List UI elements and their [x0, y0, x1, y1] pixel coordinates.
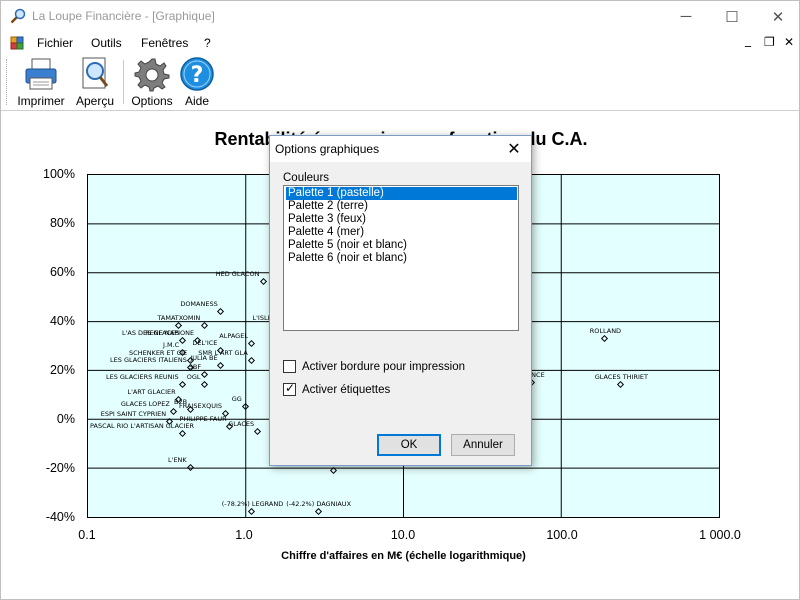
mdi-restore-button[interactable]: ❐: [764, 35, 775, 49]
document-window-icon[interactable]: [10, 36, 24, 50]
toolbar-grip[interactable]: [6, 59, 9, 105]
data-point-label: DOMANESS: [180, 299, 218, 308]
y-tick-label: -40%: [45, 510, 75, 524]
x-tick-label: 10.0: [390, 528, 416, 542]
data-point-label: DEL'ICE: [192, 338, 218, 347]
options-label: Options: [131, 94, 173, 108]
options-button[interactable]: Options: [129, 56, 175, 108]
print-preview-icon: [82, 57, 109, 89]
colors-label: Couleurs: [283, 172, 330, 184]
labels-checkbox[interactable]: ✓: [283, 381, 296, 396]
close-button[interactable]: ✕: [755, 1, 799, 32]
menu-outils[interactable]: Outils: [91, 36, 122, 50]
menu-bar: Fichier Outils Fenêtres ? _ ❐ ✕: [1, 32, 799, 54]
data-point-label: (-42.2%) DAGNIAUX: [286, 500, 352, 509]
gear-icon: [134, 58, 170, 92]
y-tick-label: 20%: [49, 363, 75, 377]
x-axis-label: Chiffre d'affaires en M€ (échelle logari…: [281, 550, 526, 562]
y-tick-label: -20%: [45, 461, 75, 475]
labels-option-row[interactable]: ✓ Activer étiquettes: [283, 381, 391, 396]
minimize-button[interactable]: ─: [663, 1, 709, 32]
palette-option[interactable]: Palette 6 (noir et blanc): [286, 252, 517, 265]
title-bar[interactable]: La Loupe Financière - [Graphique] ─ ☐ ✕: [1, 1, 799, 32]
data-point-label: FRAISEXQUIS: [179, 402, 222, 411]
data-point-label: (-78.2%) LEGRAND: [221, 500, 284, 509]
print-label: Imprimer: [17, 94, 65, 108]
magnifier-icon: [10, 8, 26, 24]
x-tick-label: 1 000.0: [699, 528, 741, 542]
preview-button[interactable]: Aperçu: [72, 56, 118, 108]
data-point-label: OGL: [186, 373, 201, 382]
print-button[interactable]: Imprimer: [13, 56, 69, 108]
data-point-label: GG: [231, 395, 242, 404]
palette-option[interactable]: Palette 4 (mer): [286, 226, 517, 239]
palette-option[interactable]: Palette 2 (terre): [286, 200, 517, 213]
data-point-label: HED GLACON: [215, 270, 260, 279]
dialog-title: Options graphiques: [275, 142, 380, 156]
palette-option[interactable]: Palette 1 (pastelle): [286, 187, 517, 200]
border-checkbox-label: Activer bordure pour impression: [302, 360, 465, 373]
x-tick-label: 1.0: [235, 528, 253, 542]
data-point-label: GLACES LOPEZ: [120, 399, 170, 408]
y-tick-label: 40%: [49, 314, 75, 328]
svg-text:?: ?: [191, 63, 204, 88]
y-tick-label: 60%: [49, 265, 75, 279]
cancel-button[interactable]: Annuler: [451, 434, 515, 456]
dialog-title-bar[interactable]: Options graphiques ✕: [270, 136, 531, 162]
data-point-label: RENE NAPIONE: [145, 329, 195, 338]
y-tick-label: 0%: [56, 412, 75, 426]
data-point-label: ALPAGEL: [219, 331, 248, 340]
mdi-close-button[interactable]: ✕: [784, 35, 794, 49]
x-tick-label: 100.0: [546, 528, 578, 542]
mdi-minimize-button[interactable]: _: [745, 33, 751, 47]
data-point-label: JULIA BE: [190, 353, 218, 362]
border-checkbox[interactable]: [283, 360, 296, 373]
printer-icon: [25, 58, 57, 90]
toolbar-separator: [123, 60, 124, 104]
data-point-label: PASCAL RIO L'ARTISAN GLACIER: [90, 421, 194, 430]
ok-button[interactable]: OK: [377, 434, 441, 456]
data-point-label: ROLLAND: [589, 326, 622, 335]
x-tick-label: 0.1: [78, 528, 96, 542]
data-point-label: LES GLACIERS ITALIENS: [110, 355, 187, 364]
y-tick-label: 100%: [43, 167, 75, 181]
labels-checkbox-label: Activer étiquettes: [302, 383, 391, 396]
options-dialog: Options graphiques ✕ Couleurs Palette 1 …: [269, 135, 532, 466]
palette-listbox[interactable]: Palette 1 (pastelle) Palette 2 (terre) P…: [283, 185, 519, 331]
y-tick-label: 80%: [49, 216, 75, 230]
menu-fenetres[interactable]: Fenêtres: [141, 36, 188, 50]
palette-option[interactable]: Palette 3 (feux): [286, 213, 517, 226]
data-point-label: TAMA: [157, 314, 176, 323]
border-option-row[interactable]: Activer bordure pour impression: [283, 360, 465, 373]
help-button[interactable]: ? Aide: [176, 56, 218, 108]
menu-fichier[interactable]: Fichier: [37, 36, 73, 50]
data-point-label: L'ART GLACIER: [127, 387, 176, 396]
maximize-button[interactable]: ☐: [709, 1, 755, 32]
dialog-close-button[interactable]: ✕: [499, 136, 529, 162]
data-point-label: GLACES THIRIET: [594, 373, 648, 382]
app-window: La Loupe Financière - [Graphique] ─ ☐ ✕ …: [0, 0, 800, 600]
data-point-label: TXOMIN: [174, 314, 201, 323]
checkmark-icon: ✓: [285, 381, 296, 395]
data-point-label: SBF: [188, 363, 202, 372]
window-title: La Loupe Financière - [Graphique]: [32, 9, 215, 23]
palette-option[interactable]: Palette 5 (noir et blanc): [286, 239, 517, 252]
data-point-label: LES GLACIERS REUNIS: [105, 373, 179, 382]
data-point-label: ESPI SAINT CYPRIEN: [100, 409, 167, 418]
data-point-label: GLACES: [228, 419, 255, 428]
toolbar: Imprimer Aperçu Options ? Aide: [1, 54, 799, 111]
preview-label: Aperçu: [75, 94, 115, 108]
menu-help[interactable]: ?: [204, 36, 211, 50]
help-icon: ?: [180, 57, 214, 91]
data-point-label: L'ENK: [168, 456, 187, 465]
help-label: Aide: [184, 94, 210, 108]
